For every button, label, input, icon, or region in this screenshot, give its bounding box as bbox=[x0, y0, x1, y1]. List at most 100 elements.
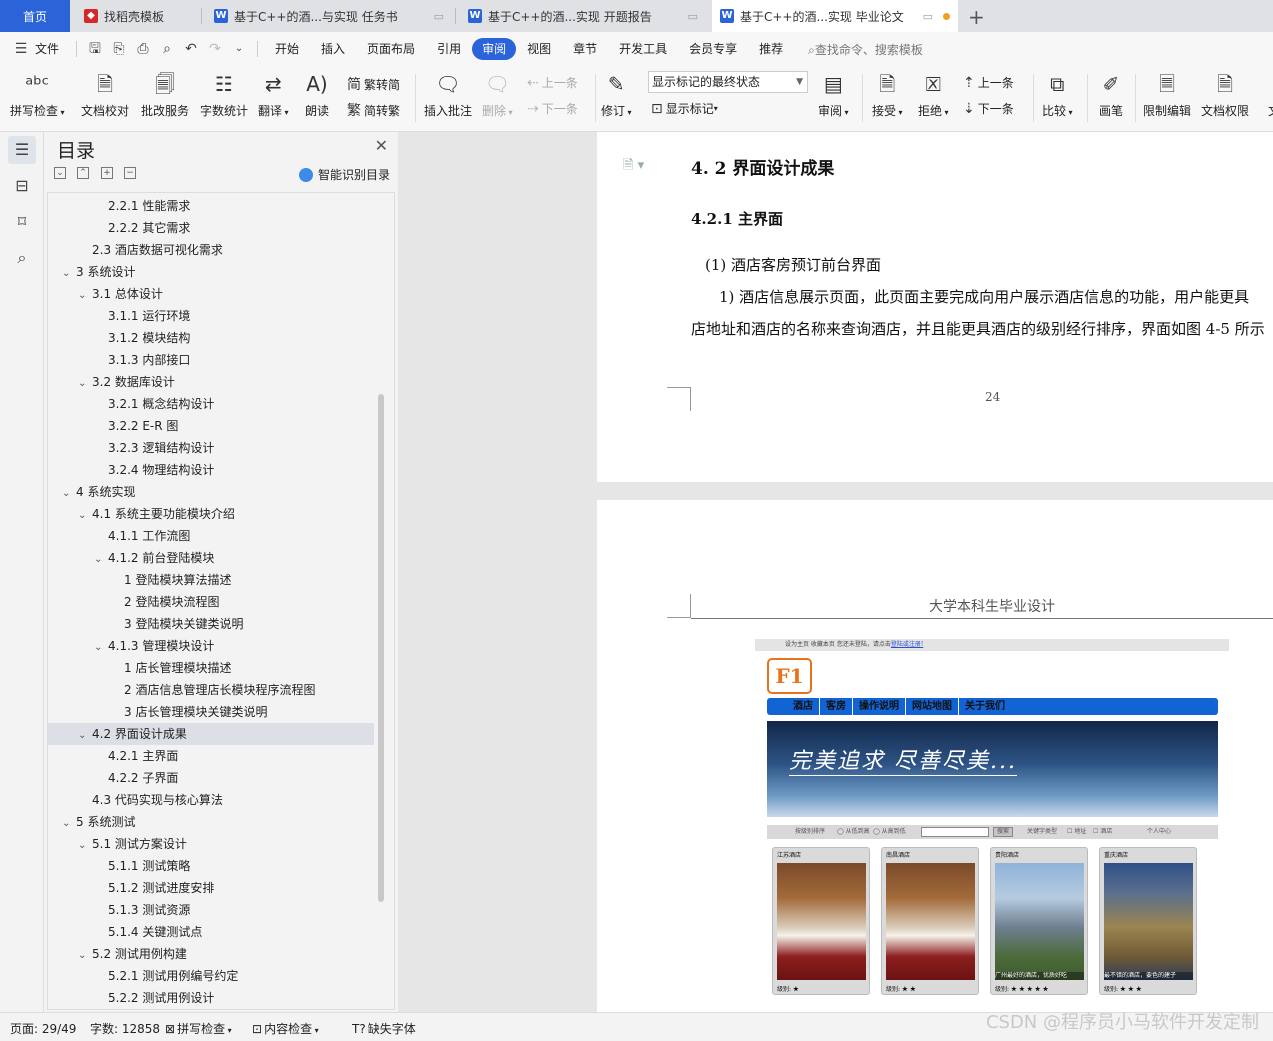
restrict-edit-button[interactable]: 🗏 限制编辑 bbox=[1143, 70, 1191, 119]
chevron-down-icon[interactable]: ⌄ bbox=[78, 945, 90, 967]
simp-to-trad-button[interactable]: 繁简转繁 bbox=[347, 100, 400, 120]
tab-screen-icon[interactable]: ▭ bbox=[434, 10, 444, 23]
toc-item[interactable]: 2.2.1 性能需求 bbox=[48, 195, 374, 217]
track-changes-button[interactable]: ✎ 修订 ▾ bbox=[601, 70, 632, 119]
undo-icon[interactable]: ↶ bbox=[182, 40, 200, 58]
toc-item[interactable]: 5.1.3 测试资源 bbox=[48, 899, 374, 921]
menu-recommend[interactable]: 推荐 bbox=[748, 38, 794, 60]
menu-file[interactable]: 文件 bbox=[33, 38, 70, 60]
toc-item[interactable]: ⌄ 3.1 总体设计 bbox=[48, 283, 374, 305]
chevron-down-icon[interactable]: ⌄ bbox=[78, 725, 90, 747]
toc-item[interactable]: 5.1.1 测试策略 bbox=[48, 855, 374, 877]
menu-page-layout[interactable]: 页面布局 bbox=[356, 38, 426, 60]
status-page[interactable]: 页面: 29/49 bbox=[10, 1020, 76, 1037]
compare-button[interactable]: ⧉ 比较 ▾ bbox=[1042, 70, 1073, 119]
new-tab-plus-icon[interactable]: + bbox=[968, 5, 985, 29]
tab-thesis[interactable]: W 基于C++的酒...实现 毕业论文 ▭ bbox=[712, 0, 958, 32]
toc-scrollbar[interactable] bbox=[378, 394, 384, 902]
chapter-nav-icon[interactable]: ⊟ bbox=[8, 172, 36, 200]
spell-check-button[interactable]: ᵃᵇᶜ 拼写检查 ▾ bbox=[10, 70, 65, 119]
menu-member[interactable]: 会员专享 bbox=[678, 38, 748, 60]
toc-item[interactable]: 3.1.1 运行环境 bbox=[48, 305, 374, 327]
chevron-down-icon[interactable]: ⌄ bbox=[78, 505, 90, 527]
word-count-button[interactable]: ☷ 字数统计 bbox=[200, 70, 248, 119]
trad-to-simp-button[interactable]: 简繁转简 bbox=[347, 74, 400, 94]
translate-button[interactable]: ⇄ 翻译 ▾ bbox=[258, 70, 289, 119]
next-comment-button[interactable]: ⇢ 下一条 bbox=[527, 100, 578, 117]
pen-button[interactable]: ✐ 画笔 bbox=[1097, 70, 1125, 119]
toc-item[interactable]: ⌄ 3 系统设计 bbox=[48, 261, 374, 283]
prev-change-button[interactable]: ⇡ 上一条 bbox=[963, 74, 1014, 91]
status-missing-font[interactable]: T? 缺失字体 bbox=[352, 1020, 416, 1037]
review-pane-button[interactable]: ▤ 审阅 ▾ bbox=[818, 70, 849, 119]
toc-item[interactable]: 1 店长管理模块描述 bbox=[48, 657, 374, 679]
accept-button[interactable]: 🗎 接受 ▾ bbox=[872, 70, 903, 119]
chevron-down-icon[interactable]: ⌄ bbox=[78, 285, 90, 307]
toc-item[interactable]: 3.2.2 E-R 图 bbox=[48, 415, 374, 437]
chevron-down-icon[interactable]: ⌄ bbox=[230, 40, 248, 58]
save-icon[interactable]: 🖫 bbox=[86, 40, 104, 58]
tab-docer-templates[interactable]: ◆ 找稻壳模板 bbox=[76, 0, 198, 32]
expand-all-icon[interactable]: + bbox=[101, 167, 113, 179]
collapse-all-icon[interactable]: − bbox=[124, 167, 136, 179]
toc-item[interactable]: ⌄ 4.1.2 前台登陆模块 bbox=[48, 547, 374, 569]
doc-proof-button[interactable]: 🗎 文档校对 bbox=[81, 70, 129, 119]
tab-screen-icon[interactable]: ▭ bbox=[923, 10, 933, 23]
toc-item[interactable]: 2 登陆模块流程图 bbox=[48, 591, 374, 613]
page-doc-icon[interactable]: 🗎 ▾ bbox=[623, 156, 644, 178]
toc-item[interactable]: 3 店长管理模块关键类说明 bbox=[48, 701, 374, 723]
delete-comment-button[interactable]: 🗨 删除 ▾ bbox=[482, 70, 513, 119]
toc-item[interactable]: ⌄ 4.1 系统主要功能模块介绍 bbox=[48, 503, 374, 525]
expand-level-icon[interactable]: ⌃ bbox=[77, 167, 89, 179]
tab-home[interactable]: 首页 bbox=[0, 0, 70, 32]
toc-item[interactable]: ⌄ 4.2 界面设计成果 bbox=[48, 723, 374, 745]
toc-panel-icon[interactable]: ☰ bbox=[8, 136, 36, 164]
status-spell-check[interactable]: ⊠ 拼写检查 ▾ bbox=[165, 1020, 232, 1037]
chevron-down-icon[interactable]: ⌄ bbox=[62, 813, 74, 835]
prev-comment-button[interactable]: ⇠ 上一条 bbox=[527, 74, 578, 91]
tab-proposal-report[interactable]: W 基于C++的酒...实现 开题报告 ▭ bbox=[460, 0, 706, 32]
toc-item[interactable]: 2 酒店信息管理店长模块程序流程图 bbox=[48, 679, 374, 701]
toc-item[interactable]: 3 登陆模块关键类说明 bbox=[48, 613, 374, 635]
batch-service-button[interactable]: 🗐 批改服务 bbox=[141, 70, 189, 119]
toc-item[interactable]: ⌄ 5.1 测试方案设计 bbox=[48, 833, 374, 855]
toc-item[interactable]: 2.3 酒店数据可视化需求 bbox=[48, 239, 374, 261]
toc-item[interactable]: 2.2.2 其它需求 bbox=[48, 217, 374, 239]
ribbon-overflow-button[interactable]: 文 bbox=[1260, 70, 1273, 119]
toc-item[interactable]: 1 登陆模块算法描述 bbox=[48, 569, 374, 591]
toc-item[interactable]: ⌄ 3.2 数据库设计 bbox=[48, 371, 374, 393]
menu-home[interactable]: 开始 bbox=[264, 38, 310, 60]
chevron-down-icon[interactable]: ⌄ bbox=[94, 637, 106, 659]
export-pdf-icon[interactable]: ⎘ bbox=[110, 40, 128, 58]
doc-permission-button[interactable]: 🗎 文档权限 bbox=[1201, 70, 1249, 119]
toc-item[interactable]: 3.2.3 逻辑结构设计 bbox=[48, 437, 374, 459]
toc-item[interactable]: 5.2.2 测试用例设计 bbox=[48, 987, 374, 1009]
toc-item[interactable]: ⌄ 5.2 测试用例构建 bbox=[48, 943, 374, 965]
tab-screen-icon[interactable]: ▭ bbox=[688, 10, 698, 23]
smart-toc-button[interactable]: 智能识别目录 bbox=[298, 166, 390, 183]
menu-view[interactable]: 视图 bbox=[516, 38, 562, 60]
toc-item[interactable]: ⌄ 4 系统实现 bbox=[48, 481, 374, 503]
chevron-down-icon[interactable]: ⌄ bbox=[62, 263, 74, 285]
menu-developer[interactable]: 开发工具 bbox=[608, 38, 678, 60]
collapse-level-icon[interactable]: ⌄ bbox=[54, 167, 66, 179]
hamburger-icon[interactable]: ☰ bbox=[12, 40, 30, 58]
bookmark-icon[interactable]: ⌑ bbox=[8, 208, 36, 236]
redo-icon[interactable]: ↷ bbox=[206, 40, 224, 58]
toc-item[interactable]: ⌄ 4.1.3 管理模块设计 bbox=[48, 635, 374, 657]
close-icon[interactable]: ✕ bbox=[375, 136, 388, 155]
markup-state-select[interactable]: 显示标记的最终状态 ▼ bbox=[648, 71, 808, 93]
chevron-down-icon[interactable]: ⌄ bbox=[78, 373, 90, 395]
toc-item[interactable]: 3.1.2 模块结构 bbox=[48, 327, 374, 349]
status-content-check[interactable]: ⊡ 内容检查 ▾ bbox=[252, 1020, 319, 1037]
print-icon[interactable]: ⎙ bbox=[134, 40, 152, 58]
toc-item[interactable]: 3.2.1 概念结构设计 bbox=[48, 393, 374, 415]
toc-item[interactable]: ⌄ 5 系统测试 bbox=[48, 811, 374, 833]
chevron-down-icon[interactable]: ⌄ bbox=[78, 835, 90, 857]
status-word-count[interactable]: 字数: 12858 bbox=[90, 1020, 160, 1037]
menu-section[interactable]: 章节 bbox=[562, 38, 608, 60]
command-search[interactable]: ⌕查找命令、搜索模板 bbox=[794, 41, 923, 58]
toc-item[interactable]: 4.1.1 工作流图 bbox=[48, 525, 374, 547]
chevron-down-icon[interactable]: ⌄ bbox=[62, 483, 74, 505]
toc-item[interactable]: 5.1.4 关键测试点 bbox=[48, 921, 374, 943]
